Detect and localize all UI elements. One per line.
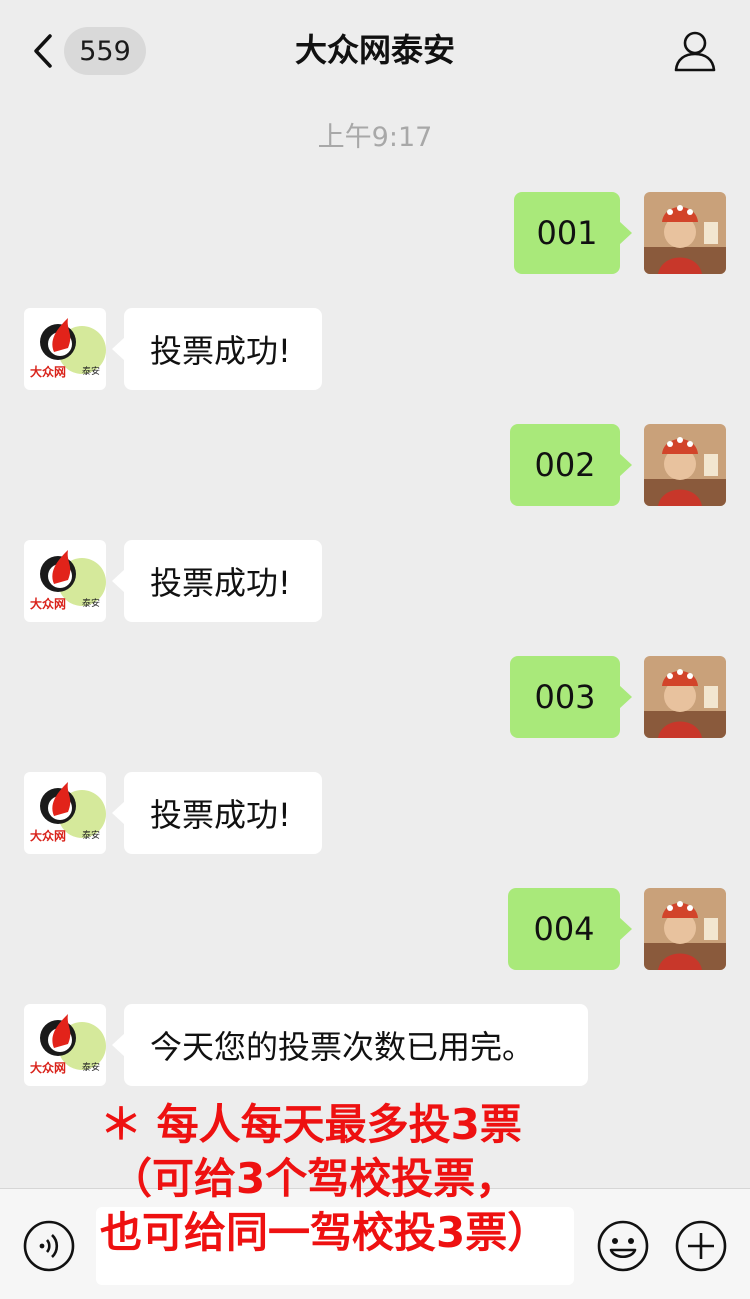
user-avatar[interactable] bbox=[644, 424, 726, 506]
official-account-avatar[interactable]: 大众网 泰安 bbox=[24, 1004, 106, 1086]
notice-line-2: （可给3个驾校投票， bbox=[110, 1154, 518, 1203]
logo-text: 大众网 bbox=[30, 364, 66, 379]
dazhongwang-logo-icon: 大众网 泰安 bbox=[30, 550, 106, 611]
outgoing-message[interactable]: 003 bbox=[510, 656, 632, 738]
logo-text: 大众网 bbox=[30, 828, 66, 843]
message-text: 003 bbox=[534, 678, 596, 716]
message-text: 002 bbox=[534, 446, 596, 484]
chat-title: 大众网泰安 bbox=[294, 31, 455, 69]
user-avatar-image bbox=[644, 656, 726, 738]
vote-limit-notice: ＊ 每人每天最多投3票 （可给3个驾校投票， 也可给同一驾校投3票） bbox=[90, 1098, 610, 1260]
official-account-avatar[interactable]: 大众网 泰安 bbox=[24, 772, 106, 854]
logo-sub-text: 泰安 bbox=[82, 597, 100, 609]
logo-sub-text: 泰安 bbox=[82, 829, 100, 841]
chat-header: 559 大众网泰安 bbox=[0, 0, 750, 100]
voice-icon[interactable] bbox=[22, 1219, 76, 1273]
incoming-message[interactable]: 投票成功! bbox=[112, 308, 322, 390]
logo-sub-text: 泰安 bbox=[82, 365, 100, 377]
dazhongwang-logo-icon: 大众网 泰安 bbox=[30, 782, 106, 843]
user-avatar[interactable] bbox=[644, 192, 726, 274]
chevron-left-icon bbox=[34, 34, 52, 68]
user-avatar-image bbox=[644, 192, 726, 274]
logo-text: 大众网 bbox=[30, 1060, 66, 1075]
message-text: 投票成功! bbox=[150, 332, 291, 370]
dazhongwang-logo-icon: 大众网 泰安 bbox=[30, 1014, 106, 1075]
message-text: 今天您的投票次数已用完。 bbox=[150, 1028, 535, 1066]
user-avatar-image bbox=[644, 888, 726, 970]
plus-icon[interactable] bbox=[674, 1219, 728, 1273]
official-account-avatar[interactable]: 大众网 泰安 bbox=[24, 308, 106, 390]
logo-text: 大众网 bbox=[30, 596, 66, 611]
user-avatar-image bbox=[644, 424, 726, 506]
dazhongwang-logo-icon: 大众网 泰安 bbox=[30, 318, 106, 379]
message-text: 004 bbox=[533, 910, 595, 948]
message-timestamp: 上午9:17 bbox=[317, 122, 433, 153]
unread-count-badge: 559 bbox=[64, 27, 146, 75]
outgoing-message[interactable]: 004 bbox=[508, 888, 632, 970]
incoming-message[interactable]: 投票成功! bbox=[112, 540, 322, 622]
outgoing-message[interactable]: 002 bbox=[510, 424, 632, 506]
official-account-avatar[interactable]: 大众网 泰安 bbox=[24, 540, 106, 622]
user-avatar[interactable] bbox=[644, 656, 726, 738]
message-text: 投票成功! bbox=[150, 796, 291, 834]
outgoing-message[interactable]: 001 bbox=[514, 192, 632, 274]
notice-line-1: ＊ 每人每天最多投3票 bbox=[100, 1100, 522, 1149]
message-text: 001 bbox=[536, 214, 598, 252]
incoming-message[interactable]: 投票成功! bbox=[112, 772, 322, 854]
message-text: 投票成功! bbox=[150, 564, 291, 602]
back-button[interactable]: 559 bbox=[26, 26, 150, 76]
person-icon[interactable] bbox=[670, 26, 720, 76]
user-avatar[interactable] bbox=[644, 888, 726, 970]
logo-sub-text: 泰安 bbox=[82, 1061, 100, 1073]
notice-line-3: 也可给同一驾校投3票） bbox=[100, 1208, 550, 1257]
incoming-message[interactable]: 今天您的投票次数已用完。 bbox=[112, 1004, 588, 1086]
